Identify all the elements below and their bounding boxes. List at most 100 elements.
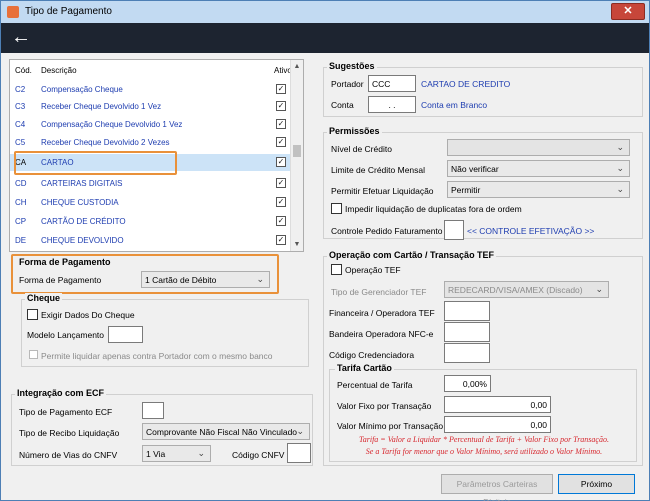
- row-ativo-checkbox[interactable]: ✓: [276, 235, 286, 245]
- row-ativo-checkbox[interactable]: ✓: [276, 101, 286, 111]
- row-cod: C2: [15, 85, 26, 94]
- back-arrow-icon[interactable]: ←: [11, 25, 31, 49]
- portador-label: Portador: [331, 79, 364, 89]
- credenciadora-input[interactable]: [444, 343, 490, 363]
- operacao-tef-label: Operação TEF: [345, 265, 401, 275]
- window: Tipo de Pagamento ✕ ← Cód. Descrição Ati…: [0, 0, 650, 501]
- permissoes-title: Permissões: [327, 126, 382, 136]
- scroll-down-icon[interactable]: ▼: [291, 238, 303, 251]
- header-descricao: Descrição: [41, 66, 77, 75]
- financeira-input[interactable]: [444, 301, 490, 321]
- close-button[interactable]: ✕: [611, 3, 645, 20]
- row-cod: DE: [15, 236, 27, 245]
- impedir-liquidacao-checkbox[interactable]: [331, 203, 342, 214]
- list-header: Cód. Descrição Ativo: [10, 60, 292, 78]
- conta-input[interactable]: . .: [368, 96, 416, 113]
- limite-credito-value: Não verificar: [451, 164, 499, 174]
- row-desc: Compensação Cheque: [41, 85, 123, 94]
- permite-liquidar-label: Permite liquidar apenas contra Portador …: [41, 351, 273, 361]
- controle-efetivacao-link[interactable]: << CONTROLE EFETIVAÇÃO >>: [467, 226, 594, 236]
- row-ativo-checkbox[interactable]: ✓: [276, 197, 286, 207]
- row-cod: CD: [15, 179, 27, 188]
- row-desc: Receber Cheque Devolvido 1 Vez: [41, 102, 162, 111]
- modelo-lancamento-input[interactable]: [108, 326, 143, 343]
- bandeira-input[interactable]: [444, 322, 490, 342]
- numero-vias-select[interactable]: 1 Via ⌄: [142, 445, 211, 462]
- codigo-cnfv-input[interactable]: [287, 443, 311, 463]
- controle-pedido-input[interactable]: [444, 220, 464, 240]
- tarifa-title: Tarifa Cartão: [335, 363, 394, 373]
- permitir-liquidacao-select[interactable]: Permitir ⌄: [447, 181, 630, 198]
- permitir-liquidacao-label: Permitir Efetuar Liquidação: [331, 186, 434, 196]
- codigo-cnfv-label: Código CNFV: [232, 450, 285, 460]
- permitir-liquidacao-value: Permitir: [451, 185, 481, 195]
- row-cod: C5: [15, 138, 26, 147]
- row-cod: CP: [15, 217, 27, 226]
- numero-vias-value: 1 Via: [146, 449, 166, 459]
- sugestoes-title: Sugestões: [327, 61, 377, 71]
- cheque-title: Cheque: [25, 293, 63, 303]
- valor-fixo-input[interactable]: 0,00: [444, 396, 551, 413]
- percentual-tarifa-input[interactable]: 0,00%: [444, 375, 491, 392]
- row-ativo-checkbox[interactable]: ✓: [276, 119, 286, 129]
- scroll-up-icon[interactable]: ▲: [291, 60, 303, 73]
- tipo-pagamento-ecf-input[interactable]: [142, 402, 164, 419]
- list-row[interactable]: C4 Compensação Cheque Devolvido 1 Vez ✓: [10, 116, 291, 133]
- exigir-dados-label: Exigir Dados Do Cheque: [41, 310, 135, 320]
- row-ativo-checkbox[interactable]: ✓: [276, 157, 286, 167]
- operacao-tef-checkbox[interactable]: [331, 264, 342, 275]
- nivel-credito-label: Nível de Crédito: [331, 144, 392, 154]
- numero-vias-label: Número de Vias do CNFV: [19, 450, 118, 460]
- valor-minimo-input[interactable]: 0,00: [444, 416, 551, 433]
- gerenciador-tef-value: REDECARD/VISA/AMEX (Discado): [448, 285, 583, 295]
- row-cod: CH: [15, 198, 27, 207]
- exigir-dados-checkbox[interactable]: [27, 309, 38, 320]
- valor-minimo-label: Valor Mínimo por Transação: [337, 421, 444, 431]
- tipo-recibo-value: Comprovante Não Fiscal Não Vinculado: [146, 427, 298, 437]
- header-cod: Cód.: [15, 66, 32, 75]
- row-ativo-checkbox[interactable]: ✓: [276, 84, 286, 94]
- list-row[interactable]: C3 Receber Cheque Devolvido 1 Vez ✓: [10, 98, 291, 115]
- toolbar: ←: [1, 23, 649, 53]
- integracao-ecf-title: Integração com ECF: [15, 388, 107, 398]
- tipo-recibo-select[interactable]: Comprovante Não Fiscal Não Vinculado ⌄: [142, 423, 310, 440]
- tipo-recibo-label: Tipo de Recibo Liquidação: [19, 428, 120, 438]
- scroll-thumb[interactable]: [293, 145, 301, 157]
- row-ativo-checkbox[interactable]: ✓: [276, 216, 286, 226]
- list-row[interactable]: DE CHEQUE DEVOLVIDO ✓: [10, 232, 291, 249]
- list-row[interactable]: C2 Compensação Cheque ✓: [10, 81, 291, 98]
- chevron-down-icon: ⌄: [197, 448, 205, 458]
- list-row[interactable]: CD CARTEIRAS DIGITAIS ✓: [10, 175, 291, 192]
- list-row[interactable]: C5 Receber Cheque Devolvido 2 Vezes ✓: [10, 134, 291, 151]
- proximo-button[interactable]: Próximo: [558, 474, 635, 494]
- row-desc: CHEQUE CUSTODIA: [41, 198, 119, 207]
- conta-description: Conta em Branco: [421, 100, 488, 110]
- limite-credito-select[interactable]: Não verificar ⌄: [447, 160, 630, 177]
- list-row[interactable]: CP CARTÃO DE CRÉDITO ✓: [10, 213, 291, 230]
- permite-liquidar-checkbox[interactable]: [29, 350, 38, 359]
- financeira-label: Financeira / Operadora TEF: [329, 308, 435, 318]
- percentual-tarifa-label: Percentual de Tarifa: [337, 380, 413, 390]
- app-icon: [7, 6, 19, 18]
- portador-input[interactable]: CCC: [368, 75, 416, 92]
- row-desc: Compensação Cheque Devolvido 1 Vez: [41, 120, 183, 129]
- list-scrollbar[interactable]: ▲ ▼: [290, 60, 303, 251]
- limite-credito-label: Limite de Crédito Mensal: [331, 165, 426, 175]
- title-bar: Tipo de Pagamento ✕: [1, 1, 649, 23]
- gerenciador-tef-select[interactable]: REDECARD/VISA/AMEX (Discado) ⌄: [444, 281, 609, 298]
- row-cod: C3: [15, 102, 26, 111]
- tarifa-note-line-1: Tarifa = Valor a Liquidar * Percentual d…: [359, 435, 609, 444]
- parametros-carteiras-button[interactable]: Parâmetros Carteiras Digitais: [441, 474, 553, 501]
- valor-fixo-label: Valor Fixo por Transação: [337, 401, 432, 411]
- nivel-credito-select[interactable]: ⌄: [447, 139, 630, 156]
- row-desc: CARTEIRAS DIGITAIS: [41, 179, 123, 188]
- gerenciador-tef-label: Tipo de Gerenciador TEF: [331, 287, 427, 297]
- row-ativo-checkbox[interactable]: ✓: [276, 137, 286, 147]
- chevron-down-icon: ⌄: [616, 142, 624, 152]
- row-ativo-checkbox[interactable]: ✓: [276, 178, 286, 188]
- list-row[interactable]: CH CHEQUE CUSTODIA ✓: [10, 194, 291, 211]
- tarifa-note-line-2: Se a Tarifa for menor que o Valor Mínimo…: [365, 447, 603, 456]
- impedir-liquidacao-label: Impedir liquidação de duplicatas fora de…: [345, 204, 522, 214]
- forma-pagamento-highlight: [11, 254, 279, 294]
- chevron-down-icon: ⌄: [616, 184, 624, 194]
